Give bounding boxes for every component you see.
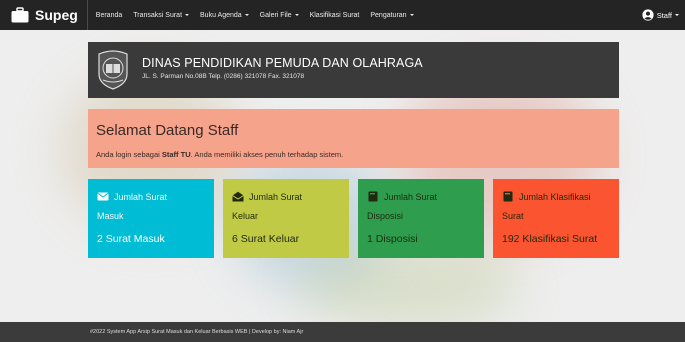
card-subtitle: Masuk — [97, 211, 124, 221]
book-icon — [368, 191, 378, 202]
brand-link[interactable]: Supeg — [0, 0, 88, 30]
card-count: 6 Surat Keluar — [232, 233, 300, 245]
footer: #2022 System App Arsip Surat Masuk dan K… — [0, 322, 685, 342]
book-icon — [503, 191, 513, 202]
card-header: Jumlah Surat — [97, 191, 167, 202]
card-title: Jumlah Klasifikasi — [519, 191, 591, 202]
user-circle-icon — [642, 9, 654, 21]
nav-label: Buku Agenda — [200, 11, 242, 19]
caret-down-icon — [294, 14, 299, 16]
institution-address: JL. S. Parman No.08B Telp. (0286) 321078… — [142, 73, 305, 80]
card-title: Jumlah Surat — [114, 191, 168, 202]
card-surat-keluar[interactable]: Jumlah Surat Keluar 6 Surat Keluar — [223, 179, 349, 258]
welcome-title: Selamat Datang Staff — [96, 122, 239, 139]
card-title: Jumlah Surat — [384, 191, 438, 202]
user-name: Staff — [656, 10, 672, 20]
card-klasifikasi-surat[interactable]: Jumlah Klasifikasi Surat 192 Klasifikasi… — [493, 179, 619, 258]
nav-label: Beranda — [95, 11, 123, 19]
nav-label: Klasifikasi Surat — [309, 11, 360, 19]
caret-down-icon — [185, 14, 190, 16]
card-header: Jumlah Klasifikasi — [502, 191, 591, 202]
nav-label: Galeri File — [259, 11, 292, 19]
card-subtitle: Disposisi — [367, 211, 404, 221]
card-count: 192 Klasifikasi Surat — [502, 233, 598, 245]
institution-name: DINAS PENDIDIKAN PEMUDA DAN OLAHRAGA — [142, 56, 423, 70]
nav-klasifikasi-surat[interactable]: Klasifikasi Surat — [310, 12, 360, 19]
nav-beranda[interactable]: Beranda — [96, 12, 122, 19]
navbar: Supeg Beranda Transaksi Surat Buku Agend… — [0, 0, 685, 30]
card-count: 2 Surat Masuk — [97, 233, 165, 245]
institution-logo — [98, 50, 128, 90]
card-subtitle: Surat — [502, 211, 524, 221]
main-nav: Beranda Transaksi Surat Buku Agenda Gale… — [96, 12, 425, 19]
card-header: Jumlah Surat — [367, 191, 437, 202]
institution-header: DINAS PENDIDIKAN PEMUDA DAN OLAHRAGA JL.… — [88, 42, 619, 98]
welcome-panel: Selamat Datang Staff Anda login sebagai … — [88, 109, 619, 168]
card-surat-masuk[interactable]: Jumlah Surat Masuk 2 Surat Masuk — [88, 179, 214, 258]
nav-label: Pengaturan — [370, 11, 407, 19]
footer-text: #2022 System App Arsip Surat Masuk dan K… — [90, 329, 304, 335]
caret-down-icon — [244, 14, 249, 16]
briefcase-icon — [11, 7, 29, 23]
envelope-open-icon — [232, 191, 244, 202]
card-title: Jumlah Surat — [249, 191, 303, 202]
user-menu[interactable]: Staff — [642, 0, 679, 30]
nav-transaksi-surat[interactable]: Transaksi Surat — [133, 11, 190, 19]
caret-down-icon — [675, 14, 679, 16]
envelope-icon — [97, 192, 109, 201]
nav-galeri-file[interactable]: Galeri File — [260, 12, 299, 19]
caret-down-icon — [409, 14, 414, 16]
brand-name: Supeg — [35, 7, 78, 23]
card-header: Jumlah Surat — [232, 191, 302, 202]
nav-label: Transaksi Surat — [133, 11, 183, 19]
user-role: Staff TU — [161, 150, 191, 159]
welcome-message-prefix: Anda login sebagai — [96, 150, 162, 159]
welcome-message-suffix: . Anda memiliki akses penuh terhadap sis… — [190, 150, 344, 159]
card-disposisi[interactable]: Jumlah Surat Disposisi 1 Disposisi — [358, 179, 484, 258]
card-subtitle: Keluar — [232, 211, 259, 221]
card-count: 1 Disposisi — [367, 233, 418, 245]
welcome-message: Anda login sebagai Staff TU. Anda memili… — [96, 150, 343, 159]
nav-buku-agenda[interactable]: Buku Agenda — [200, 12, 249, 19]
nav-pengaturan[interactable]: Pengaturan — [370, 11, 414, 19]
